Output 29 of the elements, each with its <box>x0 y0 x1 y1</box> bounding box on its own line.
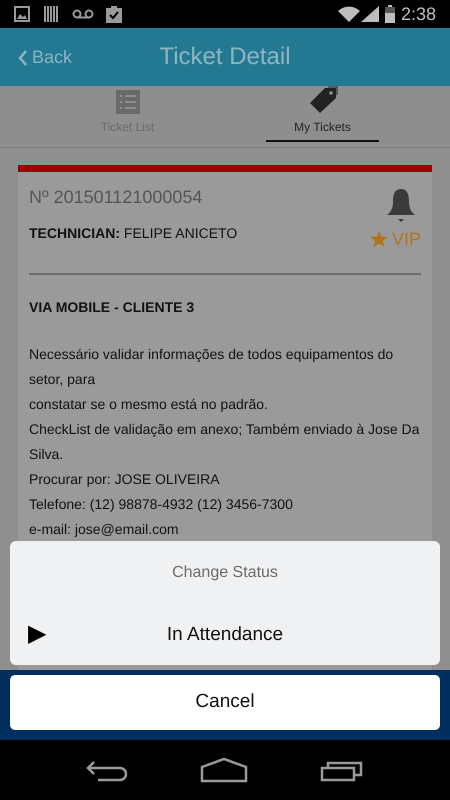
description-line: CheckList de validação em anexo; Também enviado à Jose Da Silva. <box>29 420 420 464</box>
picture-notification-icon <box>14 6 30 22</box>
description-line: constatar se o mesmo está no padrão. <box>29 395 269 414</box>
screen-title: Ticket Detail <box>159 43 291 70</box>
battery-icon <box>384 5 395 23</box>
signal-icon <box>360 6 379 22</box>
briefcase-check-icon <box>104 5 124 23</box>
wifi-icon <box>338 6 360 22</box>
description-line: Procurar por: JOSE OLIVEIRA <box>29 470 221 489</box>
voicemail-icon <box>72 9 94 19</box>
clock: 2:38 <box>400 2 436 26</box>
barcode-icon <box>44 6 58 22</box>
play-icon: ▶ <box>28 619 46 649</box>
home-icon[interactable] <box>200 757 248 783</box>
star-icon <box>370 231 388 248</box>
vip-label: VIP <box>392 228 421 251</box>
sheet-title: Change Status <box>172 563 278 583</box>
chevron-left-icon <box>18 50 28 66</box>
ticket-number: Nº 201501121000054 <box>29 186 204 209</box>
technician-text: TECHNICIAN: FELIPE ANICETO <box>29 224 238 243</box>
bell-icon <box>385 188 417 224</box>
description-line: Telefone: (12) 98878-4932 (12) 3456-7300 <box>29 495 294 514</box>
client-name: VIA MOBILE - CLIENTE 3 <box>29 298 196 317</box>
list-icon <box>116 90 140 114</box>
tab[interactable]: My Tickets <box>225 86 450 147</box>
cancel-button[interactable]: Cancel <box>10 675 440 730</box>
back-nav-icon[interactable] <box>86 758 128 782</box>
status-option[interactable]: ▶ In Attendance <box>10 605 440 665</box>
description-line: e-mail: jose@email.com <box>29 520 180 539</box>
